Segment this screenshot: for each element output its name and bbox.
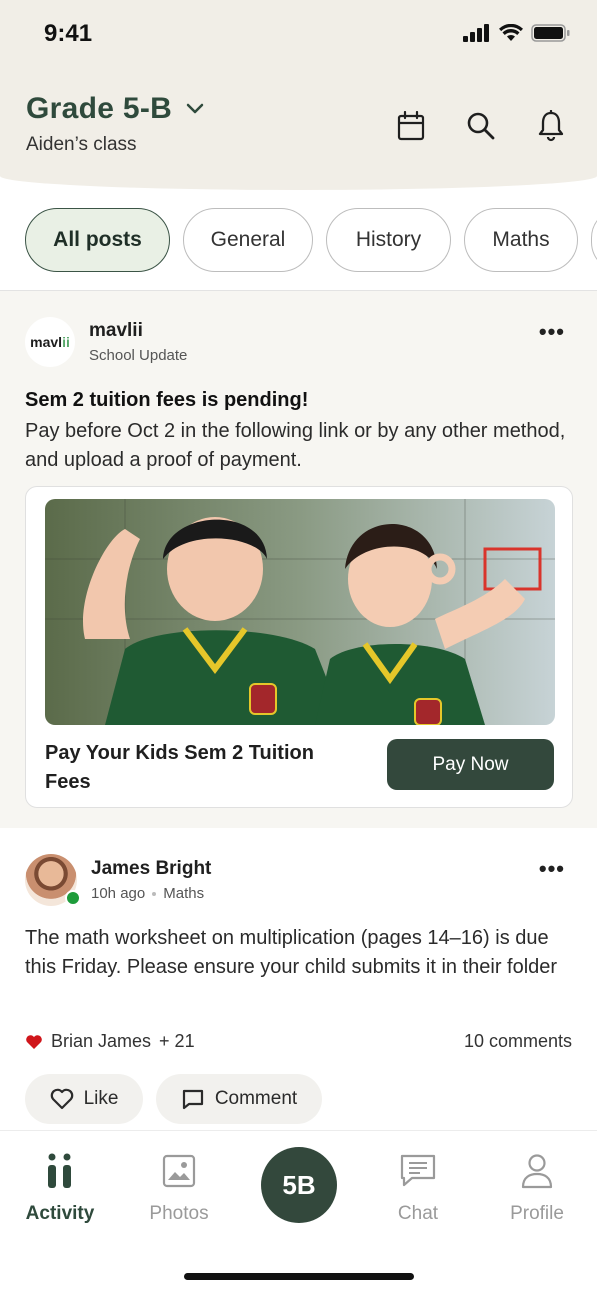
post-meta: School Update: [89, 347, 187, 364]
more-options-icon[interactable]: •••: [539, 856, 565, 882]
comment-button[interactable]: Comment: [156, 1074, 322, 1124]
class-switcher[interactable]: Grade 5-B: [26, 92, 204, 126]
chip-more[interactable]: [591, 208, 597, 272]
header-area: 9:41 Grade 5-B Aiden’s class: [0, 0, 597, 190]
nav-photos[interactable]: Photos: [129, 1149, 229, 1225]
pay-now-button[interactable]: Pay Now: [387, 739, 554, 790]
home-indicator[interactable]: [184, 1273, 414, 1280]
class-subtitle: Aiden’s class: [26, 134, 137, 155]
online-status-dot: [65, 890, 81, 906]
filter-chips: All posts General History Maths: [25, 208, 597, 274]
post-school-update: mavl ii mavlii School Update ••• Sem 2 tu…: [0, 291, 597, 828]
nav-activity[interactable]: Activity: [10, 1149, 110, 1225]
logo-text-accent: ii: [62, 334, 70, 350]
nav-profile[interactable]: Profile: [487, 1149, 587, 1225]
payment-card: Pay Your Kids Sem 2 Tuition Fees Pay Now: [25, 486, 573, 808]
post-body: Pay before Oct 2 in the following link o…: [25, 420, 566, 471]
profile-icon: [487, 1149, 587, 1193]
bell-icon[interactable]: [535, 108, 567, 144]
status-icons: [463, 24, 571, 42]
nav-label: Activity: [25, 1203, 95, 1224]
comment-label: Comment: [214, 1088, 298, 1109]
chip-history[interactable]: History: [326, 208, 451, 272]
post-author: James Bright 10h ago Maths: [25, 854, 211, 906]
wifi-icon: [499, 24, 523, 41]
nav-label: Photos: [149, 1203, 209, 1224]
likes-summary[interactable]: Brian James + 21: [25, 1031, 195, 1052]
chip-general[interactable]: General: [183, 208, 313, 272]
post-title: Sem 2 tuition fees is pending!: [25, 389, 309, 411]
battery-icon: [531, 24, 570, 42]
heart-icon: [26, 1034, 42, 1049]
heart-outline-icon: [50, 1088, 73, 1110]
comments-count[interactable]: 10 comments: [464, 1031, 572, 1052]
nav-label: Profile: [510, 1203, 564, 1224]
like-button[interactable]: Like: [25, 1074, 143, 1124]
chat-icon: [368, 1149, 468, 1193]
likes-extra-count: + 21: [159, 1031, 195, 1051]
activity-icon: [10, 1149, 110, 1193]
nav-label: Chat: [397, 1203, 439, 1224]
like-label: Like: [83, 1088, 119, 1109]
signal-icon: [463, 24, 489, 42]
status-bar: 9:41: [0, 0, 597, 70]
chip-maths[interactable]: Maths: [464, 208, 578, 272]
status-time: 9:41: [44, 20, 93, 47]
post-category: School Update: [89, 347, 188, 364]
post-time: 10h ago: [91, 885, 146, 902]
class-home-button[interactable]: 5B: [261, 1147, 337, 1223]
avatar[interactable]: [25, 854, 81, 906]
post-tag: Maths: [163, 885, 205, 902]
calendar-icon[interactable]: [395, 108, 427, 144]
post-body: The math worksheet on multiplication (pa…: [25, 927, 558, 978]
logo-text: mavl: [30, 334, 63, 350]
nav-chat[interactable]: Chat: [368, 1149, 468, 1225]
liker-name: Brian James: [51, 1031, 152, 1051]
chevron-down-icon: [186, 103, 204, 114]
post-meta: 10h ago Maths: [91, 885, 211, 902]
photos-icon: [129, 1149, 229, 1193]
search-icon[interactable]: [465, 108, 497, 144]
author-name: James Bright: [91, 858, 212, 879]
students-photo: [45, 499, 555, 725]
post-author: mavl ii mavlii School Update: [25, 317, 187, 367]
meta-separator: [152, 891, 157, 896]
header-actions: [395, 108, 567, 144]
card-title: Pay Your Kids Sem 2 Tuition Fees: [45, 742, 314, 793]
comment-icon: [182, 1089, 203, 1110]
chip-all-posts[interactable]: All posts: [25, 208, 170, 272]
bottom-nav: Activity Photos 5B Chat Profile: [0, 1130, 597, 1293]
more-options-icon[interactable]: •••: [539, 319, 565, 345]
avatar: mavl ii: [25, 317, 75, 367]
class-title: Grade 5-B: [26, 92, 173, 125]
author-name: mavlii: [89, 320, 143, 341]
